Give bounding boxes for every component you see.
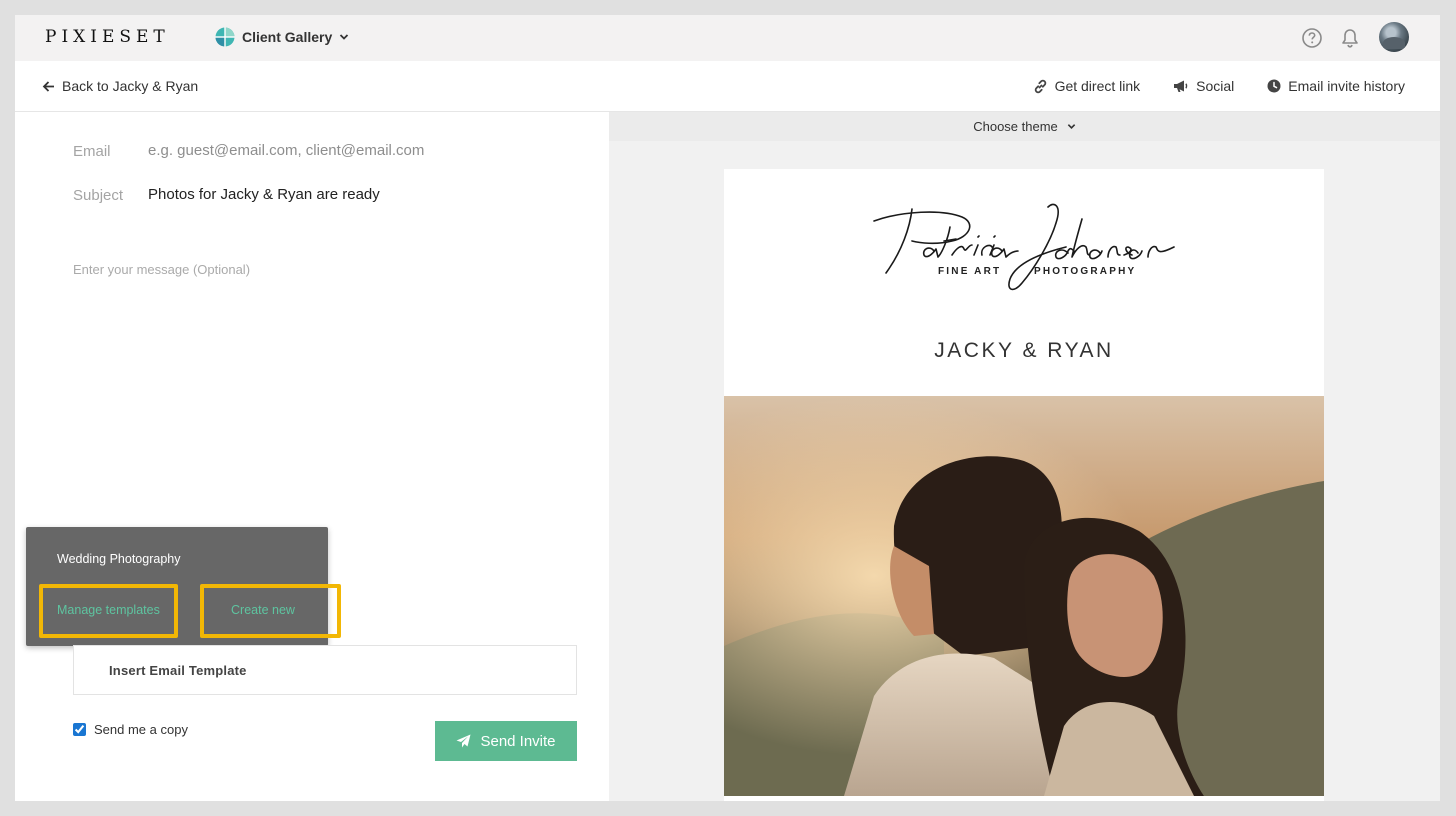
paper-plane-icon: [456, 734, 471, 748]
social-button[interactable]: Social: [1173, 78, 1234, 94]
choose-theme-dropdown[interactable]: Choose theme: [609, 112, 1440, 141]
email-invite-history-label: Email invite history: [1288, 78, 1405, 94]
send-invite-label: Send Invite: [480, 732, 556, 750]
chevron-down-icon: [1067, 124, 1076, 129]
product-name: Client Gallery: [242, 29, 333, 45]
pixieset-logo[interactable]: PIXIESET: [45, 27, 170, 47]
subject-field[interactable]: [148, 186, 568, 203]
arrow-left-icon: [42, 80, 54, 92]
email-field[interactable]: [148, 142, 568, 159]
send-invite-button[interactable]: Send Invite: [435, 721, 577, 761]
user-avatar[interactable]: [1379, 22, 1409, 52]
top-bar: PIXIESET Client Gallery: [15, 15, 1440, 61]
gallery-toolbar: Back to Jacky & Ryan Get direct link Soc…: [15, 61, 1440, 112]
send-copy-row: Send me a copy: [73, 722, 188, 737]
couple-title: JACKY & RYAN: [934, 339, 1114, 362]
email-preview-panel: Choose theme FINE ART PHOTOGRAPHY JACKY …: [609, 112, 1440, 801]
email-label: Email: [73, 143, 111, 160]
invite-form-panel: Email Subject Wedding Photography Manage…: [15, 112, 609, 801]
brand-subtitle-right: PHOTOGRAPHY: [1034, 266, 1137, 277]
manage-templates-highlight: [39, 584, 178, 638]
insert-email-template-label: Insert Email Template: [109, 663, 247, 678]
megaphone-icon: [1174, 80, 1188, 92]
get-direct-link-button[interactable]: Get direct link: [1033, 78, 1141, 94]
subject-label: Subject: [73, 187, 124, 204]
email-invite-history-button[interactable]: Email invite history: [1267, 78, 1405, 94]
app-window: PIXIESET Client Gallery Back to Jacky & …: [15, 15, 1440, 801]
cover-photo: [724, 396, 1324, 796]
clock-icon: [1267, 79, 1281, 93]
insert-email-template-button[interactable]: Insert Email Template: [73, 645, 577, 695]
back-link[interactable]: Back to Jacky & Ryan: [42, 78, 198, 94]
toolbar-actions: Get direct link Social Email invite hist…: [1000, 78, 1405, 94]
email-preview-card: FINE ART PHOTOGRAPHY JACKY & RYAN: [724, 169, 1324, 801]
notification-bell-icon[interactable]: [1340, 27, 1360, 49]
create-new-highlight: [200, 584, 341, 638]
brand-subtitle-left: FINE ART: [938, 266, 1002, 277]
client-gallery-icon: [215, 27, 235, 47]
template-item-wedding-photography[interactable]: Wedding Photography: [57, 552, 180, 566]
choose-theme-label: Choose theme: [973, 119, 1058, 134]
brand-signature-logo: [873, 203, 1175, 291]
get-direct-link-label: Get direct link: [1054, 78, 1141, 94]
send-copy-label[interactable]: Send me a copy: [94, 722, 188, 737]
help-icon[interactable]: [1301, 27, 1323, 49]
link-icon: [1034, 79, 1046, 93]
message-textarea[interactable]: [73, 262, 573, 522]
social-label: Social: [1196, 78, 1235, 94]
back-link-label: Back to Jacky & Ryan: [62, 78, 199, 94]
chevron-down-icon: [340, 34, 349, 40]
product-switcher[interactable]: Client Gallery: [215, 27, 349, 47]
send-copy-checkbox[interactable]: [73, 723, 86, 736]
